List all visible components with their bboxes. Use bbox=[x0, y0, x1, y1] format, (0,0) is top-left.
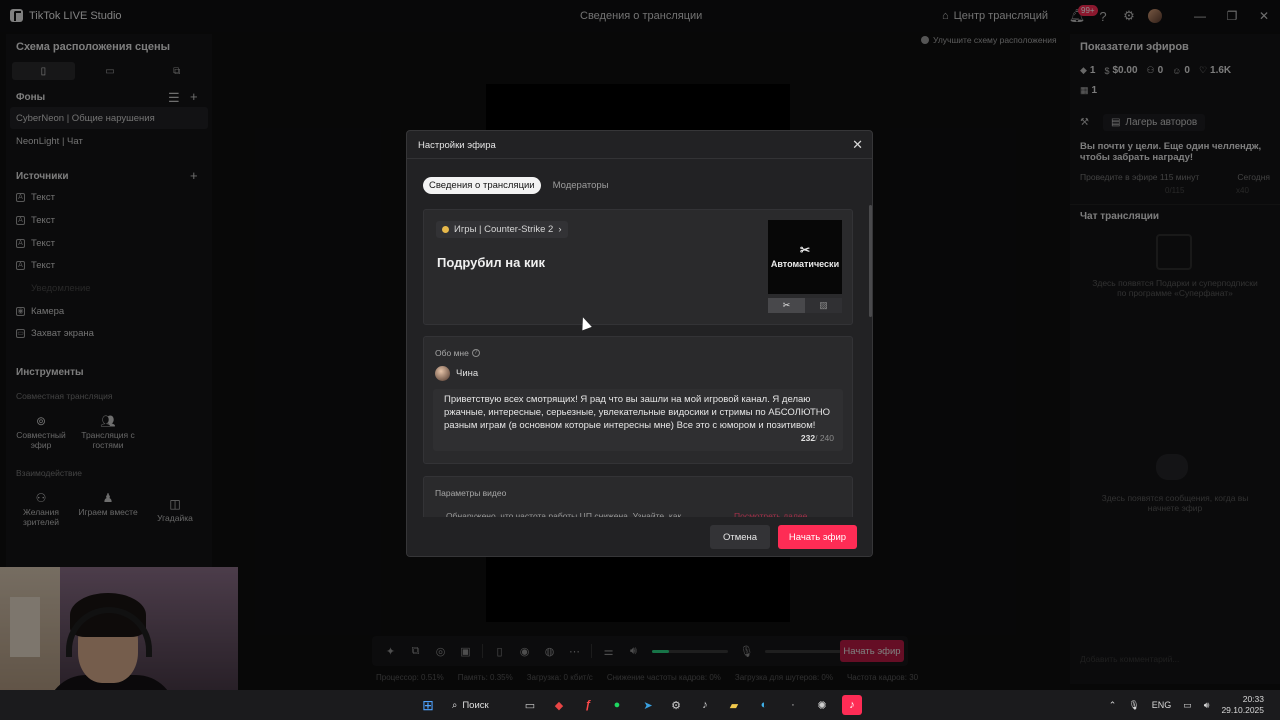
avatar bbox=[435, 366, 450, 381]
network-icon[interactable]: ▭ bbox=[1183, 700, 1192, 711]
char-max: / 240 bbox=[815, 433, 834, 443]
cover-label: Автоматически bbox=[770, 259, 840, 269]
edge-icon[interactable]: ◐ bbox=[754, 695, 774, 715]
time: 20:33 bbox=[1242, 694, 1264, 704]
mic-tray-icon[interactable]: 🎙︎ bbox=[1128, 700, 1139, 711]
gear-app-icon[interactable]: ✺ bbox=[812, 695, 832, 715]
game-category-label: Игры | Counter-Strike 2 bbox=[454, 224, 554, 235]
help-icon[interactable]: ? bbox=[471, 349, 480, 357]
close-icon: ✕ bbox=[852, 137, 863, 152]
dialog-tabs: Сведения о трансляции Модераторы bbox=[423, 177, 615, 194]
user-row: Чина bbox=[435, 366, 478, 381]
tab-moderators[interactable]: Модераторы bbox=[547, 177, 615, 194]
app-icon[interactable]: · bbox=[783, 695, 803, 715]
cover-auto-tab[interactable]: ✂ bbox=[768, 298, 805, 313]
chevron-right-icon: › bbox=[558, 224, 562, 235]
spotify-icon[interactable]: ● bbox=[607, 695, 627, 715]
clock[interactable]: 20:33 29.10.2025 bbox=[1221, 694, 1264, 716]
about-text: Обо мне bbox=[435, 348, 469, 358]
username: Чина bbox=[456, 368, 479, 379]
taskbar-search[interactable]: ⌕ Поиск bbox=[452, 695, 510, 715]
app-red-icon[interactable]: ◆ bbox=[549, 695, 569, 715]
search-label: Поиск bbox=[462, 699, 489, 711]
system-tray: ⌃ 🎙︎ ENG ▭ 🔊︎ 20:33 29.10.2025 bbox=[1109, 690, 1264, 720]
windows-start-icon[interactable]: ⊞ bbox=[418, 695, 438, 715]
folder-icon[interactable]: ▰ bbox=[724, 695, 744, 715]
cover-image-tab[interactable]: ▨ bbox=[805, 298, 842, 313]
search-icon: ⌕ bbox=[452, 699, 458, 711]
start-live-button[interactable]: Начать эфир bbox=[778, 525, 857, 549]
bio-text: Приветствую всех смотрящих! Я рад что вы… bbox=[444, 394, 831, 431]
cancel-button[interactable]: Отмена bbox=[710, 525, 770, 549]
volume-icon[interactable]: 🔊︎ bbox=[1204, 700, 1210, 711]
category-dot-icon bbox=[442, 226, 449, 233]
close-dialog-button[interactable]: ✕ bbox=[852, 137, 863, 153]
cover-mode-tabs: ✂ ▨ bbox=[768, 298, 842, 313]
stream-title-input[interactable]: Подрубил на кик bbox=[437, 255, 545, 270]
game-category-button[interactable]: Игры | Counter-Strike 2 › bbox=[436, 221, 568, 238]
language-indicator[interactable]: ENG bbox=[1152, 700, 1172, 710]
scissors-icon: ✂ bbox=[782, 300, 791, 310]
dialog-scrollbar[interactable] bbox=[869, 205, 872, 317]
task-view-icon[interactable]: ▭ bbox=[520, 695, 540, 715]
about-card: Обо мне? Чина Приветствую всех смотрящих… bbox=[423, 336, 853, 464]
chevron-up-icon[interactable]: ⌃ bbox=[1109, 700, 1117, 711]
char-count: 232 bbox=[800, 433, 816, 443]
about-label: Обо мне? bbox=[435, 348, 480, 358]
tiktok-live-studio-icon[interactable]: ♪ bbox=[842, 695, 862, 715]
stream-settings-dialog: Настройки эфира ✕ Сведения о трансляции … bbox=[406, 130, 873, 557]
video-params-title: Параметры видео bbox=[435, 488, 507, 498]
scissors-icon: ✂ bbox=[799, 243, 811, 257]
date: 29.10.2025 bbox=[1221, 705, 1264, 715]
dialog-title: Настройки эфира bbox=[418, 140, 496, 151]
windows-taskbar: ⊞ ⌕ Поиск ▭ ◆ ƒ ● ➤ ⚙ ♪ ▰ ◐ · ✺ ♪ ⌃ 🎙︎ EN… bbox=[0, 690, 1280, 720]
faceit-icon[interactable]: ƒ bbox=[578, 695, 598, 715]
char-counter: 232/ 240 bbox=[801, 432, 834, 445]
cover-image[interactable]: ✂ Автоматически bbox=[768, 220, 842, 294]
image-icon: ▨ bbox=[819, 300, 828, 310]
tab-stream-info[interactable]: Сведения о трансляции bbox=[423, 177, 541, 194]
tiktok-taskbar-icon[interactable]: ♪ bbox=[695, 695, 715, 715]
dialog-header: Настройки эфира ✕ bbox=[407, 131, 872, 159]
stream-info-card: Игры | Counter-Strike 2 › Подрубил на ки… bbox=[423, 209, 853, 325]
bio-textarea[interactable]: Приветствую всех смотрящих! Я рад что вы… bbox=[433, 389, 843, 451]
telegram-icon[interactable]: ➤ bbox=[638, 695, 658, 715]
steam-icon[interactable]: ⚙ bbox=[666, 695, 686, 715]
dialog-footer: Отмена Начать эфир bbox=[407, 517, 872, 556]
